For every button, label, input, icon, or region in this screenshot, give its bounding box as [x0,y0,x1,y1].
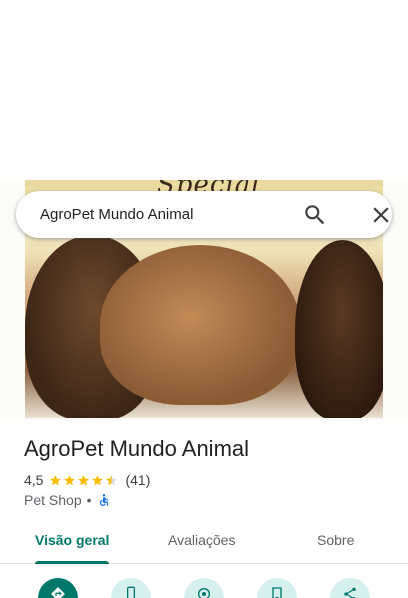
star-icon [50,474,62,485]
start-navigation-icon [198,588,210,598]
rating-row[interactable]: 4,5 (41) [24,472,150,488]
star-rating [49,474,119,487]
tab-bar: Visão geral Avaliações Sobre [0,520,408,564]
directions-button[interactable] [38,578,78,598]
star-half-icon [106,474,118,485]
share-icon [344,587,356,598]
close-icon[interactable] [368,202,394,228]
horse-right [295,240,383,418]
tab-overview[interactable]: Visão geral [35,532,109,548]
star-icon [92,474,104,485]
star-icon [64,474,76,485]
search-icon[interactable] [302,202,328,228]
category-row: Pet Shop • [24,492,111,508]
star-icon [78,474,90,485]
search-input[interactable]: AgroPet Mundo Animal [40,206,193,223]
review-count: (41) [125,472,151,488]
save-button[interactable] [257,578,297,598]
place-name: AgroPet Mundo Animal [24,436,250,461]
start-button[interactable] [184,578,224,598]
share-button[interactable] [330,578,370,598]
action-row [0,564,408,598]
tab-about[interactable]: Sobre [317,532,354,548]
call-button[interactable] [111,578,151,598]
separator: • [86,492,92,508]
search-bar[interactable]: AgroPet Mundo Animal [16,191,392,238]
save-icon [272,587,282,598]
phone-icon [127,586,135,598]
directions-icon [51,587,65,598]
wheelchair-icon [99,494,108,506]
horse-center [100,245,300,405]
category-label: Pet Shop [24,492,82,508]
tab-reviews[interactable]: Avaliações [168,532,235,548]
rating-value: 4,5 [24,472,44,488]
